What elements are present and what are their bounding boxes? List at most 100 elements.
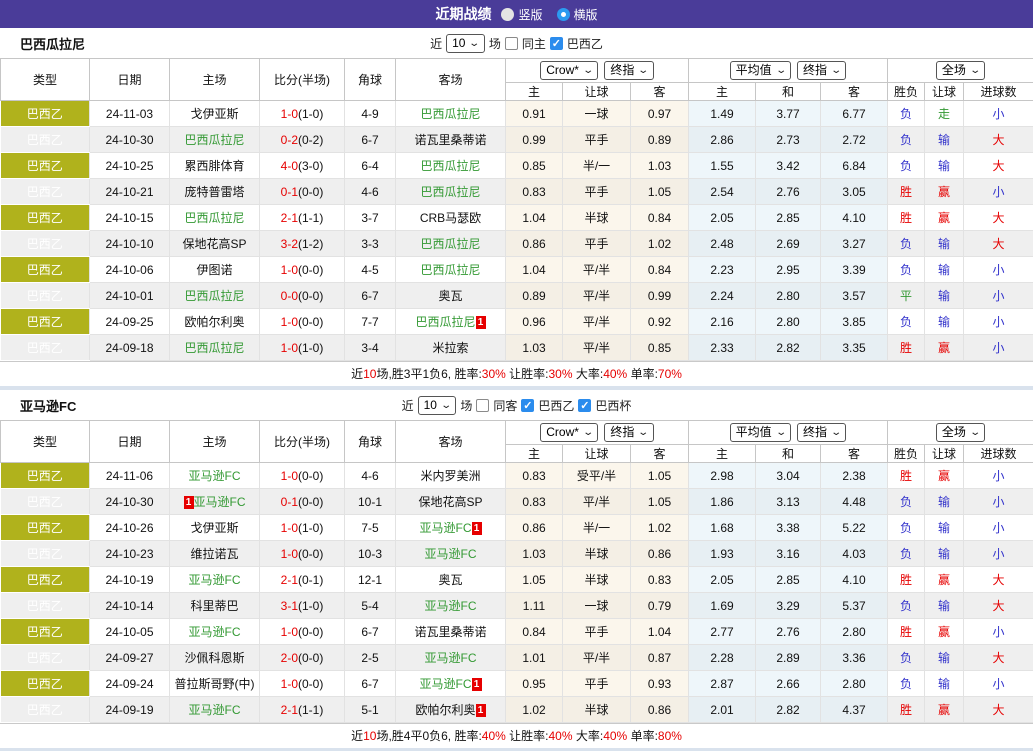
date-cell: 24-11-06 (90, 463, 170, 489)
fulltime-select[interactable]: 全场⌄ (936, 423, 985, 442)
halftime-score: (1-2) (298, 237, 323, 251)
away-team-name: 亚马逊FC (425, 547, 477, 561)
summary-highlight: 10 (363, 367, 376, 381)
crow-home-odds-cell: 0.84 (506, 619, 563, 645)
winlose-result-cell: 胜 (888, 179, 925, 205)
avg-away-odds-cell: 3.57 (821, 283, 888, 309)
odds-stage-select-2[interactable]: 终指⌄ (797, 423, 846, 442)
league-label: 巴西杯 (595, 397, 631, 414)
crow-handicap-cell: 平/半 (563, 645, 631, 671)
crow-away-odds-cell: 0.93 (631, 671, 689, 697)
header-row-1: 类型日期主场比分(半场)角球客场Crow*⌄终指⌄平均值⌄终指⌄全场⌄ (1, 421, 1033, 445)
summary-text: 单率: (627, 367, 658, 381)
col-header: 日期 (90, 421, 170, 463)
winlose-result-cell: 胜 (888, 335, 925, 361)
home-team-name: 维拉诺瓦 (190, 547, 238, 561)
fulltime-select-value: 全场 (942, 425, 966, 440)
layout-radio-horizontal[interactable]: 横版 (557, 6, 598, 23)
crow-away-odds-cell: 0.86 (631, 697, 689, 723)
handicap-result-cell: 输 (925, 127, 964, 153)
match-row: 巴西乙24-10-05亚马逊FC1-0(0-0)6-7诺瓦里桑蒂诺0.84平手1… (1, 619, 1033, 645)
sub-col-header: 让球 (563, 445, 631, 463)
sub-col-header: 胜负 (888, 445, 925, 463)
sub-col-header: 主 (689, 445, 756, 463)
match-row: 巴西乙24-10-301亚马逊FC0-1(0-0)10-1保地花高SP0.83平… (1, 489, 1033, 515)
fulltime-score: 0-2 (281, 133, 298, 147)
results-table: 类型日期主场比分(半场)角球客场Crow*⌄终指⌄平均值⌄终指⌄全场⌄主让球客主… (0, 58, 1033, 361)
away-team-name: 亚马逊FC (420, 521, 472, 535)
crow-home-odds-cell: 0.83 (506, 463, 563, 489)
league-checkbox[interactable]: ✓ (550, 37, 563, 50)
summary-highlight: 40% (603, 729, 627, 743)
crow-handicap-cell: 平/半 (563, 309, 631, 335)
crow-away-odds-cell: 1.02 (631, 515, 689, 541)
odds-stage-select[interactable]: 终指⌄ (604, 423, 653, 442)
col-header: 日期 (90, 59, 170, 101)
same-venue-checkbox[interactable] (476, 399, 489, 412)
layout-radio-group: 竖版横版 (501, 6, 597, 23)
odds-stage-select-2[interactable]: 终指⌄ (797, 61, 846, 80)
crow-handicap-cell: 平手 (563, 671, 631, 697)
avg-away-odds-cell: 2.72 (821, 127, 888, 153)
corner-cell: 10-3 (345, 541, 396, 567)
crow-handicap-cell: 受平/半 (563, 463, 631, 489)
away-team: 奥瓦 (396, 283, 506, 309)
corner-cell: 3-4 (345, 335, 396, 361)
league-label: 巴西乙 (567, 35, 603, 52)
halftime-score: (0-1) (298, 573, 323, 587)
bookmaker-select-value: Crow* (546, 63, 579, 78)
halftime-score: (1-0) (298, 521, 323, 535)
odds-group-crow: Crow*⌄ 终指⌄ (506, 59, 689, 83)
league-type-cell: 巴西乙 (1, 567, 90, 593)
team-section: 亚马逊FC近10⌄场同客✓巴西乙✓巴西杯类型日期主场比分(半场)角球客场Crow… (0, 390, 1033, 748)
home-team: 维拉诺瓦 (170, 541, 260, 567)
near-label: 近 (430, 35, 442, 52)
crow-home-odds-cell: 0.95 (506, 671, 563, 697)
away-team: 亚马逊FC (396, 645, 506, 671)
summary-text: 让胜率: (506, 367, 549, 381)
league-type-cell: 巴西乙 (1, 309, 90, 335)
match-row: 巴西乙24-09-18巴西瓜拉尼1-0(1-0)3-4米拉索1.03平/半0.8… (1, 335, 1033, 361)
away-team: CRB马瑟欧 (396, 205, 506, 231)
fulltime-select[interactable]: 全场⌄ (936, 61, 985, 80)
home-team-name: 亚马逊FC (189, 703, 241, 717)
fulltime-score: 2-0 (281, 651, 298, 665)
team-name: 亚马逊FC (20, 396, 76, 415)
away-team-name: 欧帕尔利奥 (415, 703, 475, 717)
away-team: 巴西瓜拉尼 (396, 231, 506, 257)
match-count-select[interactable]: 10⌄ (446, 34, 485, 53)
league-type-cell: 巴西乙 (1, 335, 90, 361)
fulltime-select-wrap: 全场⌄ (888, 61, 1033, 80)
odds-stage-select[interactable]: 终指⌄ (604, 61, 653, 80)
goals-result-cell: 大 (964, 645, 1033, 671)
bookmaker-select[interactable]: Crow*⌄ (540, 423, 598, 442)
league-checkbox[interactable]: ✓ (578, 399, 591, 412)
summary-highlight: 10 (363, 729, 376, 743)
layout-radio-vertical[interactable]: 竖版 (501, 6, 542, 23)
crow-home-odds-cell: 1.03 (506, 541, 563, 567)
date-cell: 24-10-30 (90, 489, 170, 515)
avg-home-odds-cell: 1.55 (689, 153, 756, 179)
date-cell: 24-09-25 (90, 309, 170, 335)
handicap-result-cell: 赢 (925, 335, 964, 361)
score-cell: 2-1(0-1) (260, 567, 345, 593)
league-type-cell: 巴西乙 (1, 645, 90, 671)
home-team: 庞特普雷塔 (170, 179, 260, 205)
home-team: 亚马逊FC (170, 697, 260, 723)
avg-draw-odds-cell: 2.76 (756, 619, 821, 645)
average-select[interactable]: 平均值⌄ (730, 423, 791, 442)
match-count-select[interactable]: 10⌄ (418, 396, 457, 415)
away-team: 欧帕尔利奥1 (396, 697, 506, 723)
fulltime-select-value: 全场 (942, 63, 966, 78)
crow-home-odds-cell: 0.86 (506, 515, 563, 541)
league-checkbox[interactable]: ✓ (521, 399, 534, 412)
average-select-value: 平均值 (736, 63, 772, 78)
bookmaker-select[interactable]: Crow*⌄ (540, 61, 598, 80)
odds-stage-select-2-value: 终指 (803, 425, 827, 440)
average-select[interactable]: 平均值⌄ (730, 61, 791, 80)
avg-home-odds-cell: 2.98 (689, 463, 756, 489)
handicap-result-cell: 赢 (925, 463, 964, 489)
away-team: 巴西瓜拉尼1 (396, 309, 506, 335)
same-venue-checkbox[interactable] (505, 37, 518, 50)
away-team: 奥瓦 (396, 567, 506, 593)
